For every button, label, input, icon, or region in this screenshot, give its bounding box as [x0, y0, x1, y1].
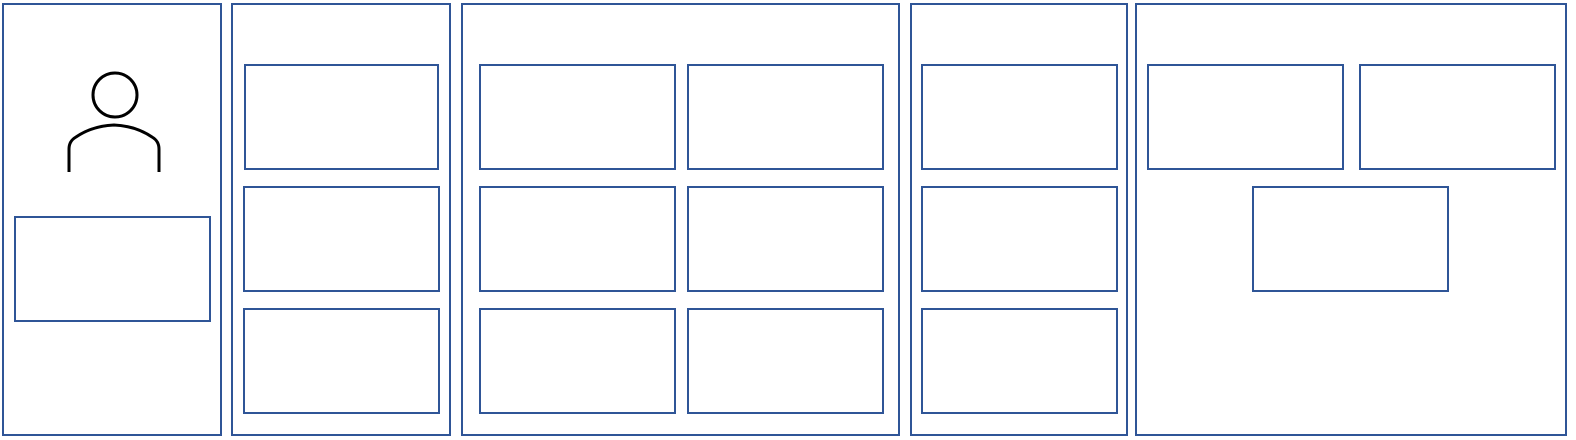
- column-3-card-1: [479, 64, 676, 170]
- column-2-card-2: [243, 186, 440, 292]
- user-card: [14, 216, 211, 322]
- diagram-canvas: [0, 0, 1576, 440]
- column-3-card-4: [687, 186, 884, 292]
- column-5-card-2: [1359, 64, 1556, 170]
- column-3-card-2: [687, 64, 884, 170]
- user-column-panel: [2, 3, 222, 436]
- column-2-card-1: [244, 64, 439, 170]
- column-2-panel: [231, 3, 451, 436]
- column-3-card-3: [479, 186, 676, 292]
- column-4-card-2: [921, 186, 1118, 292]
- user-icon: [67, 71, 161, 172]
- column-5-panel: [1135, 3, 1567, 436]
- column-4-card-1: [921, 64, 1118, 170]
- column-2-card-3: [243, 308, 440, 414]
- column-5-card-1: [1147, 64, 1344, 170]
- column-3-panel: [461, 3, 900, 436]
- column-4-panel: [910, 3, 1128, 436]
- column-3-card-5: [479, 308, 676, 414]
- column-4-card-3: [921, 308, 1118, 414]
- column-3-card-6: [687, 308, 884, 414]
- column-5-card-3: [1252, 186, 1449, 292]
